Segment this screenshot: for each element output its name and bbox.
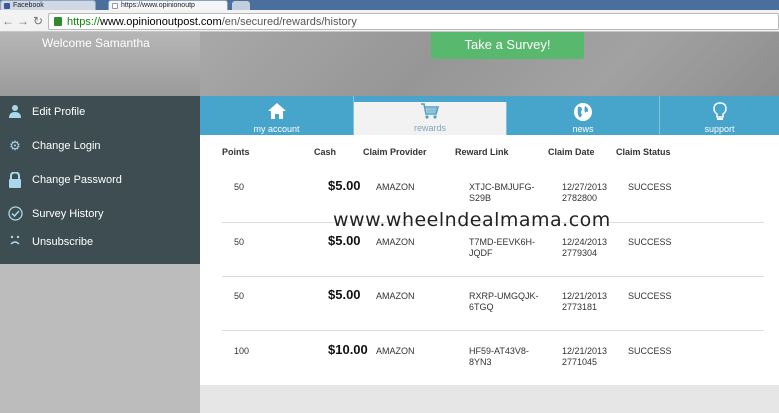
facebook-favicon-icon [4,3,10,9]
reward-link-cell[interactable]: HF59-AT43V8- 8YN3 [469,346,529,368]
points-cell: 50 [234,182,245,192]
provider-cell: AMAZON [376,237,415,247]
user-icon [7,104,23,120]
sidebar-item-label: Change Login [32,140,101,152]
provider-cell: AMAZON [376,346,415,356]
new-tab-button[interactable] [232,1,250,10]
status-cell: SUCCESS [628,182,672,192]
browser-tab-strip: Facebook https://www.opinionoutp [0,0,779,10]
lightbulb-icon [660,102,779,122]
sidebar-item-survey-history[interactable]: Survey History [0,203,200,227]
tab-label: news [572,124,594,134]
column-header-claim-status: Claim Status [616,147,671,157]
check-circle-icon [7,206,23,222]
row-divider [222,276,764,277]
cash-cell: $5.00 [328,233,361,248]
sidebar-item-edit-profile[interactable]: Edit Profile [0,101,200,125]
sidebar-filler [0,264,200,413]
main-nav: my account rewards news support [200,96,779,135]
points-cell: 100 [234,346,250,356]
cash-cell: $5.00 [328,287,361,302]
cart-icon [354,102,506,122]
row-divider [222,330,764,331]
gear-icon: ⚙ [9,138,21,153]
reload-icon[interactable]: ↻ [33,14,43,28]
tab-rewards[interactable]: rewards [354,102,507,135]
forward-arrow-icon[interactable]: → [17,14,29,28]
points-cell: 50 [234,291,245,301]
sidebar-item-label: Unsubscribe [32,236,94,248]
cash-cell: $5.00 [328,178,361,193]
sidebar-item-unsubscribe[interactable]: Unsubscribe [0,231,200,255]
reward-link-cell[interactable]: XTJC-BMJUFG- S29B [469,182,535,204]
provider-cell: AMAZON [376,291,415,301]
column-header-points: Points [222,147,250,157]
page-favicon-icon [112,3,118,9]
url-text: https://www.opinionoutpost.com/en/secure… [67,16,357,28]
account-sidebar: Edit Profile ⚙ Change Login Change Passw… [0,96,200,264]
claim-date-cell: 12/24/2013 2779304 [562,237,608,258]
claim-date-cell: 12/21/2013 2771045 [562,346,608,367]
status-cell: SUCCESS [628,346,672,356]
tab-label: support [704,124,735,134]
tab-label: rewards [413,123,446,133]
browser-tab-opinionoutpost[interactable]: https://www.opinionoutp [108,0,228,10]
status-cell: SUCCESS [628,237,672,247]
page-footer-area [200,385,779,413]
tab-label: my account [253,124,300,134]
sidebar-item-change-password[interactable]: Change Password [0,169,200,193]
globe-icon [507,102,659,122]
reward-link-cell[interactable]: T7MD-EEVK6H- JQDF [469,237,535,259]
sidebar-item-label: Change Password [32,174,122,186]
provider-cell: AMAZON [376,182,415,192]
column-header-claim-date: Claim Date [548,147,595,157]
tab-my-account[interactable]: my account [200,96,354,135]
claim-date-cell: 12/27/2013 2782800 [562,182,608,203]
watermark-text: www.wheelndealmama.com [333,209,611,231]
take-survey-button[interactable]: Take a Survey! [431,32,584,59]
column-header-cash: Cash [314,147,337,157]
home-icon [200,102,353,122]
address-bar[interactable]: https://www.opinionoutpost.com/en/secure… [48,13,779,30]
lock-icon [7,171,23,188]
cash-cell: $10.00 [328,342,368,357]
status-cell: SUCCESS [628,291,672,301]
column-header-claim-provider: Claim Provider [363,147,427,157]
column-header-reward-link: Reward Link [455,147,509,157]
back-arrow-icon[interactable]: ← [2,14,14,28]
claim-date-cell: 12/21/2013 2773181 [562,291,608,312]
browser-tab-label: https://www.opinionoutp [121,2,195,9]
browser-toolbar: ← → ↻ https://www.opinionoutpost.com/en/… [0,10,779,32]
reward-link-cell[interactable]: RXRP-UMGQJK- 6TGQ [469,291,539,313]
sidebar-item-label: Survey History [32,208,104,220]
secure-lock-icon [54,17,62,26]
sidebar-item-label: Edit Profile [32,106,86,118]
tab-support[interactable]: support [660,96,779,135]
sidebar-item-change-login[interactable]: ⚙ Change Login [0,135,200,159]
points-cell: 50 [234,237,245,247]
browser-tab-facebook[interactable]: Facebook [0,0,96,10]
browser-tab-label: Facebook [13,2,44,9]
welcome-text: Welcome Samantha [42,36,150,50]
tab-news[interactable]: news [507,96,660,135]
sad-face-icon [7,234,23,250]
